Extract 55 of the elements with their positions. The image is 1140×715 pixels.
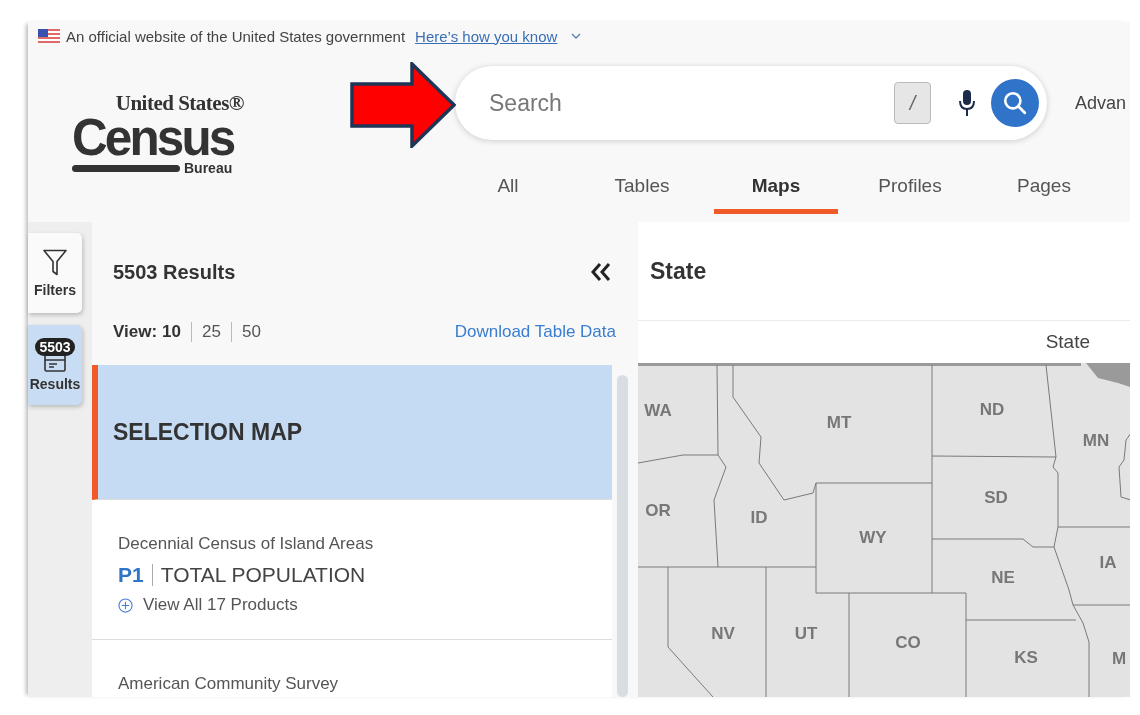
scrollbar[interactable]	[617, 375, 628, 697]
state-label: MN	[1082, 431, 1110, 450]
search-tab[interactable]: Pages	[982, 175, 1106, 214]
survey-name: Decennial Census of Island Areas	[118, 534, 375, 554]
state-label: M	[1112, 649, 1127, 668]
collapse-icon[interactable]	[590, 262, 612, 282]
state-label: OR	[645, 501, 671, 520]
result-item[interactable]: SELECTION MAP	[92, 365, 612, 500]
list-icon	[44, 354, 66, 372]
result-title: SELECTION MAP	[113, 418, 304, 446]
state-label: WA	[644, 401, 672, 420]
state-label: WY	[859, 528, 887, 547]
search-field[interactable]: Search	[487, 88, 894, 118]
flag-icon	[38, 29, 60, 43]
state-label: CO	[895, 633, 921, 652]
search-bar[interactable]: Search /	[455, 66, 1047, 140]
table-code-link[interactable]: P1	[118, 563, 144, 587]
census-bureau-logo[interactable]: United States® Census Bureau	[72, 92, 244, 176]
download-table-data-link[interactable]: Download Table Data	[454, 322, 616, 342]
state-label: ID	[750, 508, 768, 527]
geography-level-label: State	[1045, 331, 1090, 353]
search-tab[interactable]: Profiles	[848, 175, 972, 214]
chevron-down-icon[interactable]	[571, 33, 582, 39]
view-all-products-link[interactable]: View All 17 Products	[143, 595, 298, 615]
how-you-know-link[interactable]: Here’s how you know	[415, 27, 558, 45]
state-label: SD	[984, 488, 1008, 507]
results-count-badge: 5503	[35, 338, 75, 356]
sidebar-tab[interactable]: Filters	[28, 233, 82, 313]
advanced-search-link[interactable]: Advan	[1075, 92, 1127, 114]
map-title: State	[650, 257, 707, 285]
state-label: UT	[794, 624, 818, 643]
state-label: ND	[979, 400, 1005, 419]
view-label: View:	[113, 322, 158, 342]
search-tab[interactable]: Maps	[714, 175, 838, 214]
official-website-text: An official website of the United States government	[66, 27, 406, 45]
state-label: IA	[1099, 553, 1117, 572]
state-label: NV	[711, 624, 735, 643]
state-label: KS	[1014, 648, 1038, 667]
state-label: NE	[991, 568, 1015, 587]
search-tab[interactable]: All	[446, 175, 570, 214]
table-title: TOTAL POPULATION	[160, 563, 366, 587]
search-icon	[1002, 90, 1028, 116]
filter-icon	[43, 248, 67, 276]
search-button[interactable]	[991, 79, 1039, 127]
page-size-option[interactable]: 10	[162, 322, 191, 342]
state-label: MT	[826, 413, 852, 432]
plus-circle-icon[interactable]	[118, 597, 133, 613]
microphone-icon[interactable]	[959, 89, 975, 117]
page-size-option[interactable]: 25	[192, 322, 231, 342]
page-size-option[interactable]: 50	[231, 322, 271, 342]
survey-name: American Community Survey	[118, 674, 340, 694]
search-tab[interactable]: Tables	[580, 175, 704, 214]
results-count-heading: 5503 Results	[113, 260, 236, 284]
shortcut-key: /	[894, 82, 931, 124]
sidebar-tab[interactable]: 5503 Results	[28, 325, 82, 405]
